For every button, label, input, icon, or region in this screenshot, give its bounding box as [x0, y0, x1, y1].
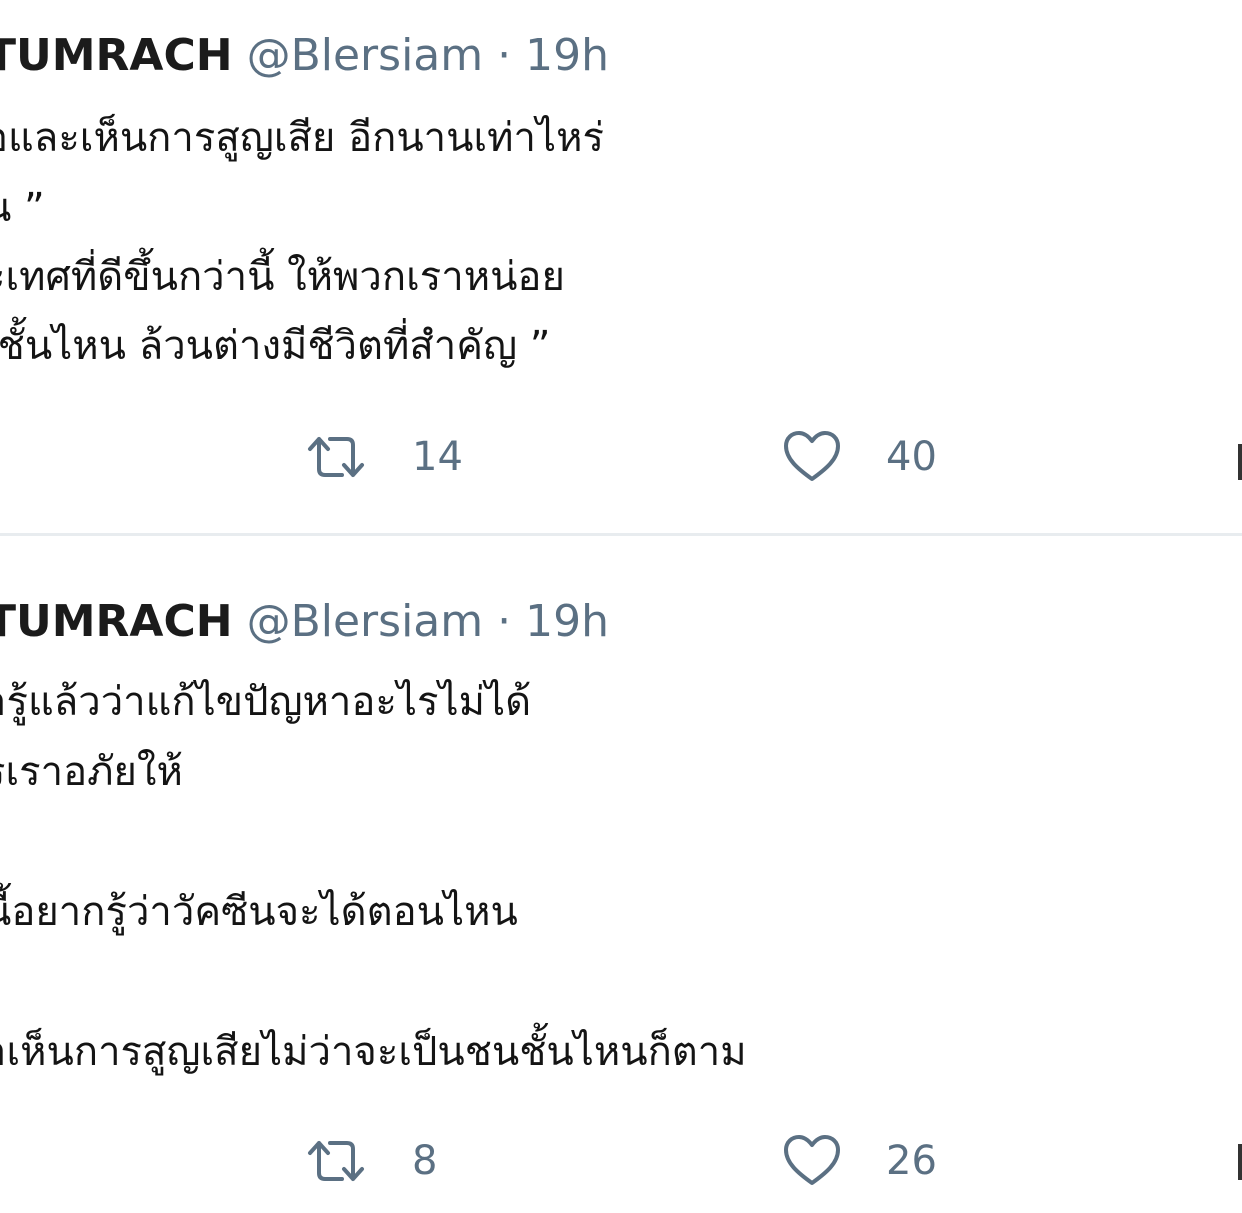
retweet-count: 8 — [412, 1138, 438, 1184]
tweet-text-line: นี้อยากรู้ว่าวัคซีนจะได้ตอนไหน — [0, 889, 518, 935]
author-handle[interactable]: @Blersiam — [247, 596, 484, 647]
tweet-text-line: น ” — [0, 185, 45, 231]
tweet-divider — [0, 533, 1242, 536]
retweet-count: 14 — [412, 434, 463, 480]
heart-icon — [780, 1131, 844, 1191]
like-count: 26 — [886, 1138, 937, 1184]
author-handle[interactable]: @Blersiam — [247, 30, 484, 81]
retweet-button[interactable]: 8 — [300, 1126, 437, 1196]
tweet[interactable]: TUMRACH @Blersiam · 19h อและเห็นการสูญเส… — [0, 0, 1242, 535]
tweet-text-line: าเห็นการสูญเสียไม่ว่าจะเป็นชนชั้นไหนก็ตา… — [0, 1029, 747, 1075]
retweet-button[interactable]: 14 — [300, 422, 463, 492]
tweet-text-line: รเราอภัยให้ — [0, 749, 183, 795]
author-name[interactable]: TUMRACH — [0, 596, 233, 647]
tweet-actions: 14 40 — [0, 422, 1242, 492]
like-button[interactable]: 40 — [780, 422, 937, 492]
tweet-text-line: ารู้แล้วว่าแก้ไขปัญหาอะไรไม่ได้ — [0, 679, 532, 725]
like-button[interactable]: 26 — [780, 1126, 937, 1196]
retweet-icon — [300, 429, 372, 485]
author-name[interactable]: TUMRACH — [0, 30, 233, 81]
tweet-text-line: ะเทศที่ดีขึ้นกว่านี้ ให้พวกเราหน่อย — [0, 254, 565, 300]
tweet-header: TUMRACH @Blersiam · 19h — [0, 600, 609, 644]
cropped-action-icon — [1238, 444, 1242, 480]
timestamp[interactable]: 19h — [525, 596, 609, 647]
tweet[interactable]: TUMRACH @Blersiam · 19h ารู้แล้วว่าแก้ไข… — [0, 538, 1242, 1213]
separator-dot: · — [497, 596, 512, 647]
tweet-header: TUMRACH @Blersiam · 19h — [0, 34, 609, 78]
timestamp[interactable]: 19h — [525, 30, 609, 81]
separator-dot: · — [497, 30, 512, 81]
tweet-text-line: อและเห็นการสูญเสีย อีกนานเท่าไหร่ — [0, 115, 604, 161]
retweet-icon — [300, 1133, 372, 1189]
like-count: 40 — [886, 434, 937, 480]
cropped-action-icon — [1238, 1144, 1242, 1180]
tweet-text-line: เชั้นไหน ล้วนต่างมีชีวิตที่สำคัญ ” — [0, 323, 551, 369]
tweet-actions: 8 26 — [0, 1126, 1242, 1196]
heart-icon — [780, 427, 844, 487]
